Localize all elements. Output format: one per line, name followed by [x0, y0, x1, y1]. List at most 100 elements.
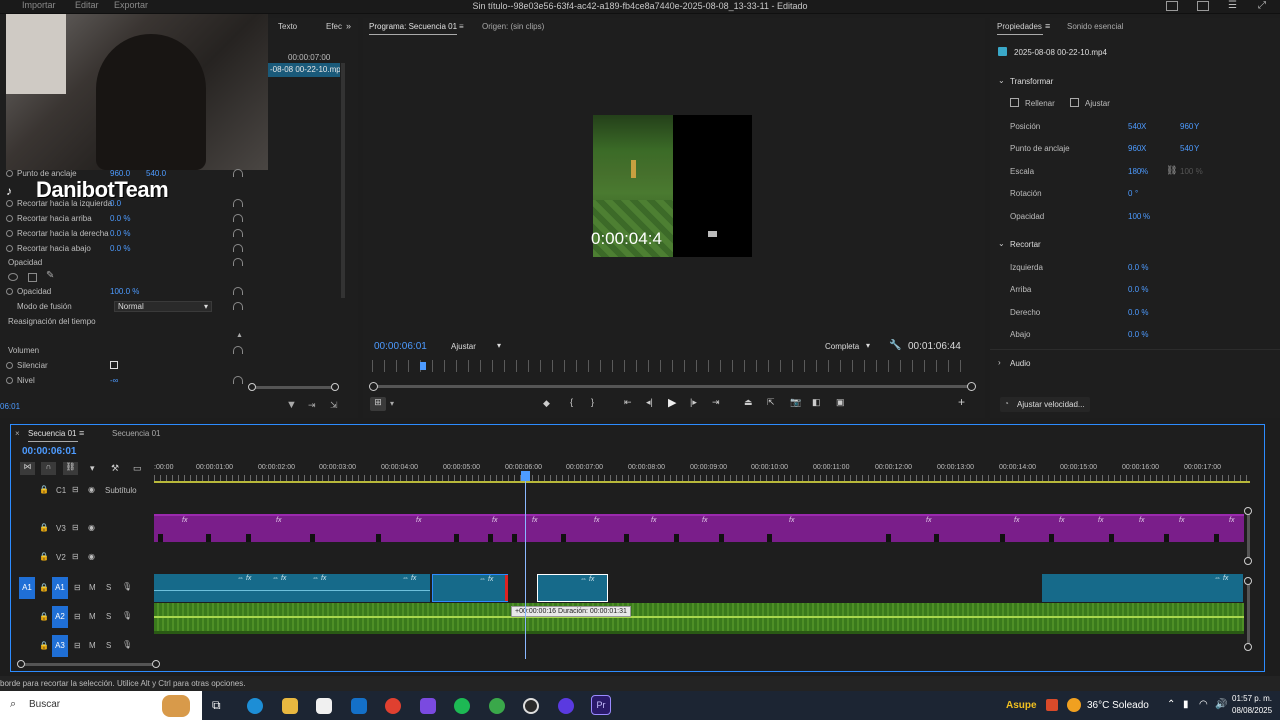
tab-sequence-1[interactable]: Secuencia 01: [28, 429, 76, 438]
av-clip-a1[interactable]: ⇔ fx ⇔ fx ⇔ fx ⇔ fx: [154, 574, 430, 602]
reset-icon[interactable]: [233, 346, 243, 354]
program-timecode[interactable]: 00:00:06:01: [374, 341, 427, 352]
lock-icon[interactable]: 🔒: [39, 523, 49, 532]
scroll-handle-right[interactable]: [967, 382, 976, 391]
mark-out-icon[interactable]: }: [591, 397, 594, 407]
solo-button[interactable]: S: [106, 641, 111, 650]
mute-button[interactable]: M: [89, 583, 96, 592]
sync-icon[interactable]: ⊟: [74, 612, 81, 621]
stopwatch-icon[interactable]: [6, 200, 13, 207]
menu-icon[interactable]: ≡: [459, 22, 464, 31]
stopwatch-icon[interactable]: [6, 288, 13, 295]
tab-program[interactable]: Programa: Secuencia 01: [369, 22, 457, 31]
clip-item[interactable]: -08-08 00-22-10.mp4: [268, 63, 340, 77]
track-name[interactable]: A1: [52, 577, 68, 599]
play-icon[interactable]: ▶: [668, 396, 676, 409]
scroll-handle-right[interactable]: [331, 383, 339, 391]
sync-icon[interactable]: ⊟: [72, 485, 79, 494]
sync-icon[interactable]: ⊟: [72, 552, 79, 561]
ec-value[interactable]: 0.0 %: [110, 244, 130, 253]
scrollbar[interactable]: [341, 63, 345, 298]
step-forward-icon[interactable]: |▸: [690, 397, 697, 408]
fx-badge[interactable]: fx: [276, 517, 281, 524]
fx-badge[interactable]: fx: [492, 517, 497, 524]
fx-badge[interactable]: fx: [416, 517, 421, 524]
stopwatch-icon[interactable]: [6, 377, 13, 384]
search-box[interactable]: ⌕ Buscar: [0, 691, 202, 720]
lock-icon[interactable]: 🔒: [39, 641, 49, 650]
reset-icon[interactable]: [233, 214, 243, 222]
chevron-down-icon[interactable]: ⌄: [998, 76, 1005, 85]
quality-select[interactable]: Completa ▾: [822, 340, 878, 353]
prop-value[interactable]: 0.0 %: [1128, 263, 1148, 272]
marker-icon[interactable]: ▾: [90, 463, 95, 474]
stopwatch-icon[interactable]: [6, 230, 13, 237]
section-transform[interactable]: Transformar: [1010, 77, 1053, 86]
menu-icon[interactable]: ☰: [1228, 0, 1237, 11]
program-ruler[interactable]: [372, 360, 972, 372]
scroll-handle-bottom[interactable]: [1244, 643, 1252, 651]
sync-icon[interactable]: ⊟: [74, 583, 81, 592]
lock-icon[interactable]: 🔒: [39, 612, 49, 621]
fx-badge[interactable]: ⇔ fx: [312, 575, 326, 582]
lock-icon[interactable]: 🔒: [39, 485, 49, 494]
chrome-icon[interactable]: [385, 698, 401, 714]
fx-badge[interactable]: ⇔ fx: [580, 576, 594, 583]
prop-value[interactable]: 100: [1128, 212, 1141, 221]
prop-value[interactable]: 0.0 %: [1128, 330, 1148, 339]
timeline-vscroll-video[interactable]: [1247, 510, 1250, 560]
step-back-icon[interactable]: ◂|: [646, 397, 653, 408]
fullscreen-icon[interactable]: ⤢: [1258, 0, 1266, 11]
chrome-profile-icon[interactable]: [489, 698, 505, 714]
ec-value[interactable]: 540.0: [146, 169, 166, 178]
scroll-handle-top[interactable]: [1244, 507, 1252, 515]
network-icon[interactable]: ▮: [1183, 699, 1189, 710]
clock-time[interactable]: 01:57 p. m.: [1232, 694, 1272, 703]
tab-source[interactable]: Origen: (sin clips): [482, 22, 544, 31]
scroll-handle-left[interactable]: [248, 383, 256, 391]
speed-button[interactable]: ◔ Ajustar velocidad...: [1000, 397, 1090, 412]
menu-icon[interactable]: ≡: [79, 428, 84, 438]
chevron-up-icon[interactable]: ▲: [236, 332, 243, 339]
volume-icon[interactable]: 🔊: [1215, 699, 1227, 710]
fx-badge[interactable]: fx: [532, 517, 537, 524]
ec-value[interactable]: 960.0: [110, 169, 130, 178]
ec-timecode[interactable]: 06:01: [0, 402, 20, 411]
fx-badge[interactable]: fx: [1229, 517, 1234, 524]
sync-icon[interactable]: ⊟: [72, 523, 79, 532]
scroll-handle-left[interactable]: [17, 660, 25, 668]
section-audio[interactable]: Audio: [1010, 359, 1030, 368]
captions-icon[interactable]: ▭: [133, 463, 142, 474]
lift-icon[interactable]: ⏏: [744, 397, 753, 408]
lock-icon[interactable]: 🔒: [39, 583, 49, 592]
scroll-handle-top[interactable]: [1244, 577, 1252, 585]
panel-expand-icon[interactable]: »: [346, 21, 351, 31]
prop-value[interactable]: 180: [1128, 167, 1141, 176]
chevron-down-icon[interactable]: ⌄: [998, 239, 1005, 248]
av-clip-a1-end[interactable]: ⇔ fx: [1042, 574, 1243, 602]
spotify-icon[interactable]: [454, 698, 470, 714]
chevron-right-icon[interactable]: ›: [998, 358, 1001, 367]
reset-icon[interactable]: [233, 199, 243, 207]
ec-value[interactable]: -∞: [110, 376, 118, 385]
prop-value[interactable]: 0.0 %: [1128, 308, 1148, 317]
fit-button[interactable]: Ajustar: [1085, 99, 1110, 108]
av-clip-a1-moved[interactable]: ⇔ fx: [537, 574, 608, 602]
export-icon[interactable]: ⇥: [308, 400, 316, 411]
prop-value[interactable]: 960: [1180, 122, 1193, 131]
fill-icon[interactable]: [1010, 98, 1019, 107]
stopwatch-icon[interactable]: [6, 245, 13, 252]
work-area-bar[interactable]: [154, 481, 1250, 483]
scroll-handle-bottom[interactable]: [1244, 557, 1252, 565]
ec-section-time-remap[interactable]: Reasignación del tiempo: [0, 315, 250, 329]
link-icon[interactable]: ⛓: [1166, 165, 1177, 176]
obs-icon[interactable]: [523, 698, 539, 714]
fx-badge[interactable]: ⇔ fx: [272, 575, 286, 582]
playhead-icon[interactable]: [420, 362, 426, 370]
reset-icon[interactable]: [233, 244, 243, 252]
outlook-icon[interactable]: [351, 698, 367, 714]
prop-value[interactable]: 0: [1128, 189, 1132, 198]
scroll-handle-right[interactable]: [152, 660, 160, 668]
mute-checkbox[interactable]: [110, 361, 118, 369]
discord-icon[interactable]: [558, 698, 574, 714]
